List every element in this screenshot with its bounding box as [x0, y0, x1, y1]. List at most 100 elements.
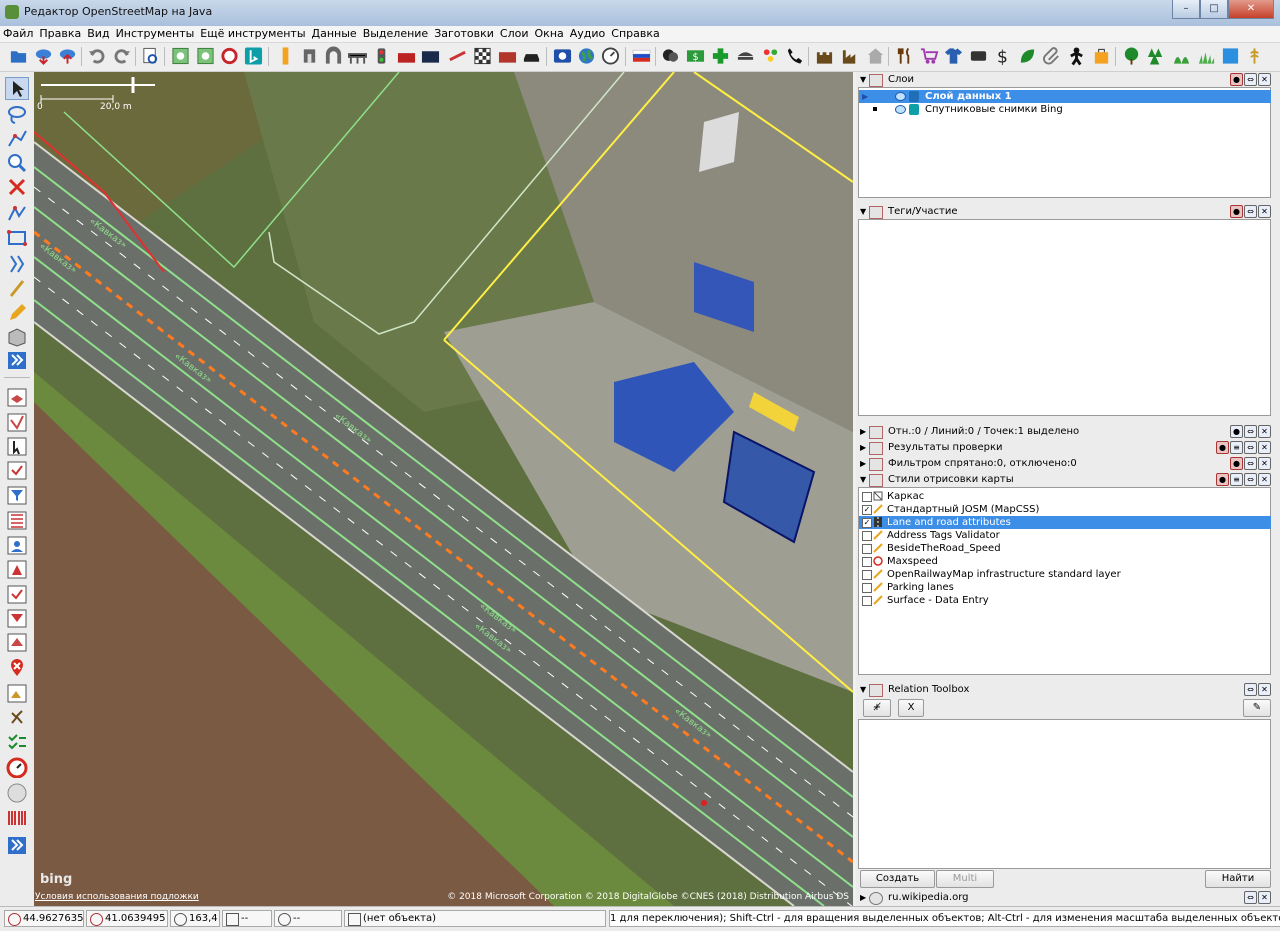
properties-toggle-icon[interactable]	[6, 412, 28, 433]
castle-icon[interactable]	[815, 46, 834, 66]
collapse-icon[interactable]: ▼	[860, 472, 866, 487]
multi-button[interactable]: Multi	[936, 870, 994, 888]
scrub-icon[interactable]	[1172, 46, 1191, 66]
bing-icon[interactable]	[244, 46, 263, 66]
geotag-icon[interactable]	[6, 708, 28, 729]
map-paint-toggle-icon[interactable]	[6, 632, 28, 653]
detach-icon[interactable]: ⇔	[1244, 425, 1257, 438]
menu-audio[interactable]: Аудио	[567, 26, 609, 42]
tags-panel-header[interactable]: ▼ Теги/Участие ● ⇔ ✕	[857, 204, 1271, 219]
layers-panel-header[interactable]: ▼ Слои ● ⇔ ✕	[857, 72, 1271, 87]
tree-icon[interactable]	[1122, 46, 1141, 66]
fence-icon[interactable]	[421, 46, 440, 66]
settings-icon[interactable]: ≡	[1230, 441, 1243, 454]
style-row[interactable]: Каркас	[859, 490, 1271, 503]
traffic-light-icon[interactable]	[276, 46, 295, 66]
maximize-button[interactable]: □	[1200, 0, 1228, 19]
barrier-icon[interactable]	[448, 46, 467, 66]
tunnel-icon[interactable]	[324, 46, 343, 66]
measure-icon[interactable]	[6, 278, 28, 299]
style-row[interactable]: OpenRailwayMap infrastructure standard l…	[859, 568, 1271, 581]
bridge-icon[interactable]	[348, 46, 367, 66]
phone-icon[interactable]	[785, 46, 804, 66]
detach-icon[interactable]: ⇔	[1244, 73, 1257, 86]
settings-icon[interactable]: ≡	[1230, 473, 1243, 486]
theatre-icon[interactable]	[661, 46, 680, 66]
style-checkbox[interactable]: ✓	[862, 505, 872, 515]
selection-panel-header[interactable]: ▶ Отн.:0 / Линий:0 / Точек:1 выделено ● ⇔…	[857, 424, 1271, 439]
style-checkbox[interactable]	[862, 544, 872, 554]
imagery-layer-icon[interactable]	[196, 46, 215, 66]
detach-icon[interactable]: ⇔	[1244, 457, 1257, 470]
food-icon[interactable]	[736, 46, 755, 66]
wms-layer-icon[interactable]	[171, 46, 190, 66]
changeset-toggle-icon[interactable]	[6, 584, 28, 605]
style-row[interactable]: Address Tags Validator	[859, 529, 1271, 542]
style-row[interactable]: Maxspeed	[859, 555, 1271, 568]
improve-way-icon[interactable]	[6, 228, 28, 249]
toll-icon[interactable]	[300, 46, 319, 66]
style-checkbox[interactable]	[862, 531, 872, 541]
more-panels-icon[interactable]	[6, 835, 28, 856]
forest-icon[interactable]	[1147, 46, 1166, 66]
house-icon[interactable]	[866, 46, 885, 66]
close-icon[interactable]: ✕	[1258, 473, 1271, 486]
delete-mode-icon[interactable]	[6, 177, 28, 198]
find-button[interactable]: Найти	[1205, 870, 1271, 888]
parallel-mode-icon[interactable]	[6, 203, 28, 224]
menu-windows[interactable]: Окна	[532, 26, 567, 42]
create-relation-button[interactable]: Создать	[860, 870, 935, 888]
menu-data[interactable]: Данные	[309, 26, 360, 42]
detach-icon[interactable]: ⇔	[1244, 683, 1257, 696]
close-icon[interactable]: ✕	[1258, 683, 1271, 696]
sign-icon[interactable]	[553, 46, 572, 66]
paperclip-icon[interactable]	[1043, 46, 1062, 66]
edit-relation-button[interactable]: ✎	[1243, 699, 1271, 717]
shop-cart-icon[interactable]	[920, 46, 939, 66]
grass-icon[interactable]	[1197, 46, 1216, 66]
speed-limit-icon[interactable]	[6, 757, 28, 778]
checkered-icon[interactable]	[473, 46, 492, 66]
close-button[interactable]: ✕	[1228, 0, 1274, 19]
style-checkbox[interactable]	[862, 570, 872, 580]
menu-edit[interactable]: Правка	[36, 26, 84, 42]
validator-toggle-icon[interactable]	[6, 460, 28, 481]
globe-icon[interactable]	[577, 46, 596, 66]
mapillary-icon[interactable]	[6, 782, 28, 803]
close-icon[interactable]: ✕	[1258, 891, 1271, 904]
open-file-icon[interactable]	[9, 46, 28, 66]
style-checkbox[interactable]	[862, 492, 872, 502]
clear-button[interactable]: X	[898, 699, 924, 717]
menu-view[interactable]: Вид	[84, 26, 112, 42]
redo-icon[interactable]	[112, 46, 131, 66]
gear-icon[interactable]: ●	[1216, 441, 1229, 454]
bag-icon[interactable]	[1092, 46, 1111, 66]
dollar-icon[interactable]: $	[993, 46, 1012, 66]
close-icon[interactable]: ✕	[1258, 205, 1271, 218]
map-canvas[interactable]: «Кавказ» «Кавказ» «Кавказ» «Кавказ» «Кав…	[34, 72, 853, 906]
conflict-toggle-icon[interactable]	[6, 608, 28, 629]
lasso-mode-icon[interactable]	[6, 104, 28, 125]
style-row[interactable]: BesideTheRoad_Speed	[859, 542, 1271, 555]
style-checkbox[interactable]	[862, 583, 872, 593]
map-view[interactable]: «Кавказ» «Кавказ» «Кавказ» «Кавказ» «Кав…	[34, 72, 853, 906]
wall-icon[interactable]	[397, 46, 416, 66]
terms-of-use-link[interactable]: Условия использования подложки	[35, 892, 199, 902]
menu-more-tools[interactable]: Ещё инструменты	[197, 26, 308, 42]
menu-presets[interactable]: Заготовки	[431, 26, 497, 42]
style-row[interactable]: ✓ Стандартный JOSM (MapCSS)	[859, 503, 1271, 516]
map-styles-panel-header[interactable]: ▼ Стили отрисовки карты ● ≡ ⇔ ✕	[857, 472, 1271, 487]
detach-icon[interactable]: ⇔	[1244, 473, 1257, 486]
undo-icon[interactable]	[88, 46, 107, 66]
wikipedia-panel-header[interactable]: ▶ ru.wikipedia.org ⇔ ✕	[857, 890, 1271, 905]
gear-icon[interactable]: ●	[1230, 457, 1243, 470]
barcode-icon[interactable]	[6, 807, 28, 828]
select-mode-icon[interactable]	[5, 77, 29, 100]
style-row[interactable]: Surface - Data Entry	[859, 594, 1271, 607]
menu-file[interactable]: Файл	[0, 26, 36, 42]
style-row[interactable]: Parking lanes	[859, 581, 1271, 594]
selection-list-icon[interactable]	[6, 436, 28, 457]
gear-icon[interactable]: ●	[1230, 425, 1243, 438]
layer-row-data[interactable]: ▶ Слой данных 1	[859, 90, 1271, 103]
detach-icon[interactable]: ⇔	[1244, 205, 1257, 218]
